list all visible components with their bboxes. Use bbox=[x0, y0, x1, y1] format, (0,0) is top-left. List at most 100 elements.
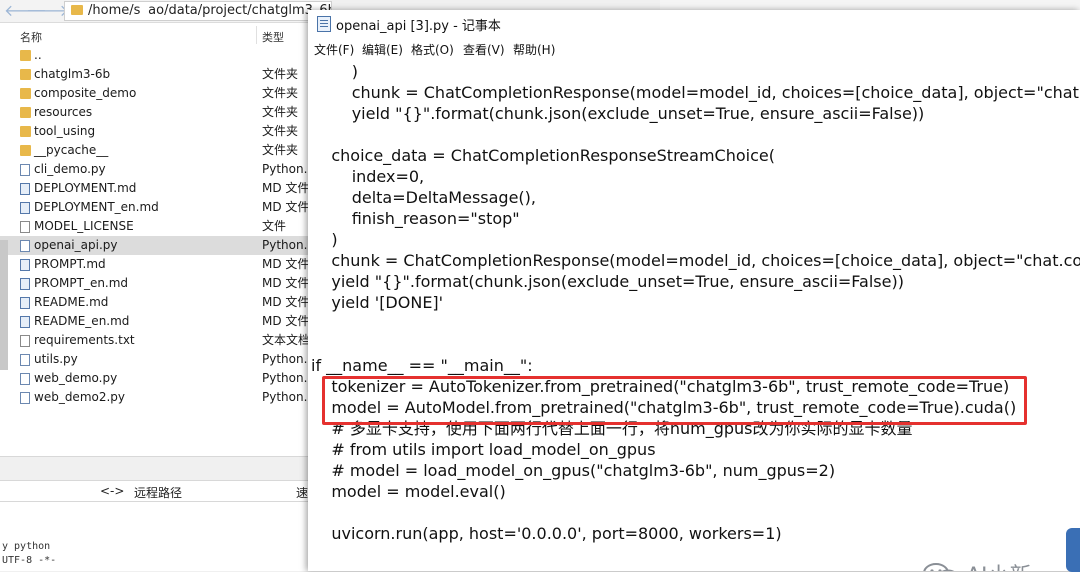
file-row[interactable]: utils.py Python... bbox=[0, 350, 330, 369]
code-line: finish_reason="stop" bbox=[311, 209, 520, 228]
folder-icon bbox=[20, 88, 31, 99]
file-type: MD 文件 bbox=[262, 257, 310, 271]
code-line: yield '[DONE]' bbox=[311, 293, 444, 312]
file-name: README_en.md bbox=[34, 314, 130, 328]
text-editor[interactable]: ) chunk = ChatCompletionResponse(model=m… bbox=[308, 60, 1080, 571]
menu-bar: 文件(F) 编辑(E) 格式(O) 查看(V) 帮助(H) bbox=[308, 39, 1080, 59]
file-name: PROMPT.md bbox=[34, 257, 106, 271]
file-row[interactable]: cli_demo.py Python... bbox=[0, 160, 330, 179]
file-row[interactable]: requirements.txt 文本文档 bbox=[0, 331, 330, 350]
markdown-file-icon bbox=[20, 259, 30, 271]
markdown-file-icon bbox=[20, 278, 30, 290]
file-name: web_demo.py bbox=[34, 371, 118, 385]
file-type: MD 文件 bbox=[262, 276, 310, 290]
code-line: yield "{}".format(chunk.json(exclude_uns… bbox=[311, 104, 925, 123]
markdown-file-icon bbox=[20, 316, 30, 328]
file-type: 文件夹 bbox=[262, 143, 299, 157]
wechat-icon bbox=[923, 563, 955, 571]
speed-label: 速 bbox=[296, 486, 309, 500]
menu-help[interactable]: 帮助(H) bbox=[513, 41, 555, 58]
scrollbar[interactable] bbox=[0, 240, 8, 370]
remote-path-bar: <-> 远程路径 速 bbox=[0, 480, 330, 502]
file-name: cli_demo.py bbox=[34, 162, 106, 176]
python-file-icon bbox=[20, 240, 30, 252]
markdown-file-icon bbox=[20, 297, 30, 309]
file-row[interactable]: openai_api.py Python... bbox=[0, 236, 330, 255]
file-list-header: 名称 类型 bbox=[0, 26, 330, 44]
file-icon bbox=[20, 221, 30, 233]
file-manager: 🡐 🡒 /home/s ao/data/project/chatglm3_6b/… bbox=[0, 0, 332, 571]
code-line: ) bbox=[311, 230, 338, 249]
terminal-line: UTF-8 -*- bbox=[2, 555, 57, 566]
folder-icon bbox=[71, 5, 83, 15]
python-file-icon bbox=[20, 354, 30, 366]
remote-path-label: 远程路径 bbox=[134, 486, 183, 500]
code-line: chunk = ChatCompletionResponse(model=mod… bbox=[351, 83, 1080, 102]
file-type: 文件夹 bbox=[262, 124, 299, 138]
file-row[interactable]: MODEL_LICENSE 文件 bbox=[0, 217, 330, 236]
file-row[interactable]: resources 文件夹 bbox=[0, 103, 330, 122]
file-manager-toolbar: 🡐 🡒 /home/s ao/data/project/chatglm3_6b/… bbox=[0, 0, 332, 23]
file-row[interactable]: .. bbox=[0, 46, 330, 65]
file-name: utils.py bbox=[34, 352, 78, 366]
background-window-edge bbox=[660, 0, 1080, 10]
file-name: DEPLOYMENT.md bbox=[34, 181, 137, 195]
highlight-annotation-box bbox=[322, 376, 1027, 425]
python-file-icon bbox=[20, 392, 30, 404]
file-row[interactable]: DEPLOYMENT_en.md MD 文件 bbox=[0, 198, 330, 217]
folder-icon bbox=[20, 69, 31, 80]
path-field[interactable]: /home/s ao/data/project/chatglm3_6b/Chat… bbox=[64, 1, 332, 21]
file-name: composite_demo bbox=[34, 86, 137, 100]
menu-format[interactable]: 格式(O) bbox=[411, 41, 454, 58]
file-row[interactable]: README_en.md MD 文件 bbox=[0, 312, 330, 331]
markdown-file-icon bbox=[20, 183, 30, 195]
forward-arrow-icon[interactable]: 🡒 bbox=[26, 2, 69, 20]
file-manager-status-area bbox=[0, 456, 330, 481]
notepad-window: openai_api [3].py - 记事本 文件(F) 编辑(E) 格式(O… bbox=[308, 10, 1080, 572]
column-type[interactable]: 类型 bbox=[262, 29, 284, 45]
file-row[interactable]: web_demo.py Python... bbox=[0, 369, 330, 388]
file-row[interactable]: PROMPT_en.md MD 文件 bbox=[0, 274, 330, 293]
file-name: __pycache__ bbox=[34, 143, 109, 157]
file-row[interactable]: DEPLOYMENT.md MD 文件 bbox=[0, 179, 330, 198]
code-line: ) bbox=[311, 62, 358, 81]
file-name: .. bbox=[34, 48, 42, 62]
file-name: MODEL_LICENSE bbox=[34, 219, 134, 233]
file-row[interactable]: web_demo2.py Python... bbox=[0, 388, 330, 407]
code-line: chunk = ChatCompletionResponse(model=mod… bbox=[331, 251, 1080, 270]
folder-icon bbox=[20, 145, 31, 156]
file-row[interactable]: __pycache__ 文件夹 bbox=[0, 141, 330, 160]
folder-icon bbox=[20, 126, 31, 137]
folder-icon bbox=[20, 107, 31, 118]
column-name[interactable]: 名称 bbox=[20, 29, 42, 45]
terminal-snippet: y python UTF-8 -*- bbox=[0, 540, 310, 571]
code-line: delta=DeltaMessage(), bbox=[311, 188, 536, 207]
file-name: web_demo2.py bbox=[34, 390, 126, 404]
folder-icon bbox=[20, 50, 31, 61]
file-name: openai_api.py bbox=[34, 238, 118, 252]
file-row[interactable]: tool_using 文件夹 bbox=[0, 122, 330, 141]
code-line: # model = load_model_on_gpus("chatglm3-6… bbox=[311, 461, 836, 480]
file-type: 文件 bbox=[262, 219, 287, 233]
code-line: uvicorn.run(app, host='0.0.0.0', port=80… bbox=[311, 524, 782, 543]
menu-edit[interactable]: 编辑(E) bbox=[362, 41, 403, 58]
file-name: PROMPT_en.md bbox=[34, 276, 129, 290]
floating-button[interactable] bbox=[1066, 528, 1080, 572]
file-row[interactable]: README.md MD 文件 bbox=[0, 293, 330, 312]
python-file-icon bbox=[20, 373, 30, 385]
menu-file[interactable]: 文件(F) bbox=[314, 41, 354, 58]
file-row[interactable]: composite_demo 文件夹 bbox=[0, 84, 330, 103]
menu-view[interactable]: 查看(V) bbox=[463, 41, 505, 58]
code-line: if __name__ == "__main__": bbox=[311, 356, 533, 375]
file-row[interactable]: PROMPT.md MD 文件 bbox=[0, 255, 330, 274]
transfer-direction: <-> bbox=[100, 484, 125, 498]
column-divider[interactable] bbox=[256, 26, 257, 44]
code-line: index=0, bbox=[311, 167, 425, 186]
file-type: 文本文档 bbox=[262, 333, 311, 347]
file-type: MD 文件 bbox=[262, 200, 310, 214]
file-type: MD 文件 bbox=[262, 314, 310, 328]
title-bar[interactable]: openai_api [3].py - 记事本 bbox=[308, 10, 1080, 37]
notepad-icon bbox=[317, 16, 331, 32]
code-line: model = model.eval() bbox=[311, 482, 506, 501]
file-row[interactable]: chatglm3-6b 文件夹 bbox=[0, 65, 330, 84]
